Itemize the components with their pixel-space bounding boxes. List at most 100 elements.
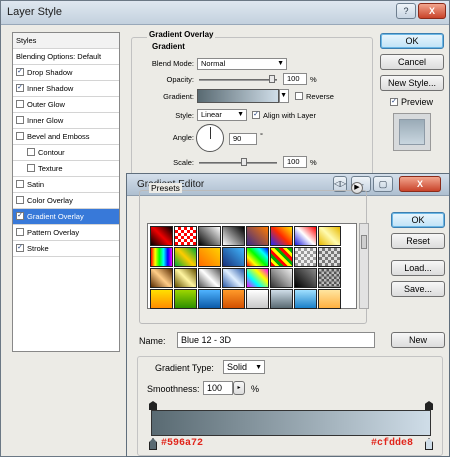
presets-scrollbar[interactable] — [359, 223, 369, 309]
preview-checkbox[interactable]: ✓ Preview — [390, 97, 433, 107]
smoothness-input[interactable]: 100 — [203, 381, 233, 395]
preset-swatch[interactable] — [270, 226, 293, 246]
style-item-label: Drop Shadow — [27, 68, 73, 77]
checkbox-gradient-overlay[interactable]: ✓ — [16, 212, 24, 221]
reverse-check-icon[interactable] — [295, 92, 303, 101]
preset-swatch[interactable] — [222, 268, 245, 288]
gradient-overlay-title: Gradient Overlay — [147, 30, 216, 39]
ok-button[interactable]: OK — [391, 212, 445, 228]
align-check-icon[interactable]: ✓ — [252, 111, 260, 120]
reset-button[interactable]: Reset — [391, 233, 445, 249]
preset-swatch[interactable] — [174, 247, 197, 267]
preset-swatch[interactable] — [174, 289, 197, 309]
preset-swatch[interactable] — [150, 226, 173, 246]
angle-label: Angle: — [172, 133, 194, 142]
load-button[interactable]: Load... — [391, 260, 445, 276]
style-item-color-overlay[interactable]: Color Overlay — [13, 193, 119, 209]
opacity-slider-thumb[interactable] — [269, 75, 275, 83]
save-button[interactable]: Save... — [391, 281, 445, 297]
preset-swatch[interactable] — [198, 289, 221, 309]
help-button[interactable]: ? — [396, 3, 416, 19]
preset-swatch[interactable] — [150, 268, 173, 288]
preset-swatch[interactable] — [318, 268, 341, 288]
style-item-drop-shadow[interactable]: ✓ Drop Shadow — [13, 65, 119, 81]
preset-swatch[interactable] — [246, 289, 269, 309]
close-button[interactable]: X — [418, 3, 446, 19]
style-item-outer-glow[interactable]: Outer Glow — [13, 97, 119, 113]
preset-swatch[interactable] — [174, 268, 197, 288]
blend-mode-select[interactable]: Normal ▼ — [197, 58, 287, 70]
style-item-bevel-emboss[interactable]: Bevel and Emboss — [13, 129, 119, 145]
style-item-inner-glow[interactable]: Inner Glow — [13, 113, 119, 129]
preset-swatch[interactable] — [246, 268, 269, 288]
style-item-stroke[interactable]: ✓ Stroke — [13, 241, 119, 257]
preset-swatch[interactable] — [318, 226, 341, 246]
style-item-gradient-overlay[interactable]: ✓ Gradient Overlay — [13, 209, 119, 225]
style-item-satin[interactable]: Satin — [13, 177, 119, 193]
preset-swatch[interactable] — [318, 247, 341, 267]
align-with-layer-checkbox[interactable]: ✓ Align with Layer — [252, 111, 316, 120]
gradient-type-select[interactable]: Solid ▼ — [223, 360, 265, 374]
preset-swatch[interactable] — [150, 247, 173, 267]
checkbox-contour[interactable] — [27, 148, 35, 157]
checkbox-drop-shadow[interactable]: ✓ — [16, 68, 24, 77]
checkbox-bevel-emboss[interactable] — [16, 132, 24, 141]
opacity-input[interactable]: 100 — [283, 73, 307, 85]
scale-input[interactable]: 100 — [283, 156, 307, 168]
style-item-contour[interactable]: Contour — [13, 145, 119, 161]
style-item-texture[interactable]: Texture — [13, 161, 119, 177]
preset-swatch[interactable] — [270, 247, 293, 267]
checkbox-color-overlay[interactable] — [16, 196, 24, 205]
checkbox-inner-glow[interactable] — [16, 116, 24, 125]
preset-swatch[interactable] — [150, 289, 173, 309]
preset-swatch[interactable] — [222, 247, 245, 267]
preset-swatch[interactable] — [318, 289, 341, 309]
preset-swatch[interactable] — [246, 226, 269, 246]
preset-swatch[interactable] — [294, 289, 317, 309]
presets-menu-icon[interactable]: ▶ — [351, 182, 363, 194]
preset-swatch[interactable] — [222, 289, 245, 309]
scrollbar-thumb[interactable] — [361, 235, 367, 249]
checkbox-satin[interactable] — [16, 180, 24, 189]
preset-swatch[interactable] — [222, 226, 245, 246]
style-item-label: Contour — [38, 148, 65, 157]
preset-swatch[interactable] — [198, 247, 221, 267]
preset-swatch[interactable] — [246, 247, 269, 267]
preset-swatch[interactable] — [270, 268, 293, 288]
opacity-slider[interactable] — [199, 79, 277, 81]
preset-swatch[interactable] — [174, 226, 197, 246]
ok-button[interactable]: OK — [380, 33, 444, 49]
preset-swatch[interactable] — [198, 268, 221, 288]
preset-swatch[interactable] — [294, 268, 317, 288]
smoothness-stepper[interactable]: ▸ — [233, 381, 245, 395]
angle-input[interactable]: 90 — [229, 133, 257, 145]
gradient-picker[interactable] — [197, 89, 279, 103]
new-style-button[interactable]: New Style... — [380, 75, 444, 91]
checkbox-texture[interactable] — [27, 164, 35, 173]
style-item-pattern-overlay[interactable]: Pattern Overlay — [13, 225, 119, 241]
preset-swatch[interactable] — [294, 247, 317, 267]
cancel-button[interactable]: Cancel — [380, 54, 444, 70]
close-button[interactable]: X — [399, 176, 441, 192]
style-item-blending-options[interactable]: Blending Options: Default — [13, 49, 119, 65]
checkbox-pattern-overlay[interactable] — [16, 228, 24, 237]
styles-header[interactable]: Styles — [13, 33, 119, 49]
angle-dial[interactable] — [196, 124, 224, 152]
gradient-dropdown[interactable]: ▼ — [279, 89, 289, 103]
scale-slider-thumb[interactable] — [241, 158, 247, 166]
preset-swatch[interactable] — [294, 226, 317, 246]
scale-slider[interactable] — [199, 162, 277, 164]
checkbox-stroke[interactable]: ✓ — [16, 244, 24, 253]
style-item-inner-shadow[interactable]: ✓ Inner Shadow — [13, 81, 119, 97]
checkbox-inner-shadow[interactable]: ✓ — [16, 84, 24, 93]
checkbox-outer-glow[interactable] — [16, 100, 24, 109]
preset-swatch[interactable] — [198, 226, 221, 246]
reverse-checkbox[interactable]: Reverse — [295, 92, 334, 101]
new-button[interactable]: New — [391, 332, 445, 348]
preset-swatch[interactable] — [270, 289, 293, 309]
preview-check-icon[interactable]: ✓ — [390, 97, 398, 106]
maximize-button[interactable]: ▢ — [373, 176, 393, 192]
name-input[interactable]: Blue 12 - 3D — [177, 332, 375, 348]
style-select[interactable]: Linear ▼ — [197, 109, 247, 121]
gradient-ramp[interactable] — [151, 410, 431, 436]
